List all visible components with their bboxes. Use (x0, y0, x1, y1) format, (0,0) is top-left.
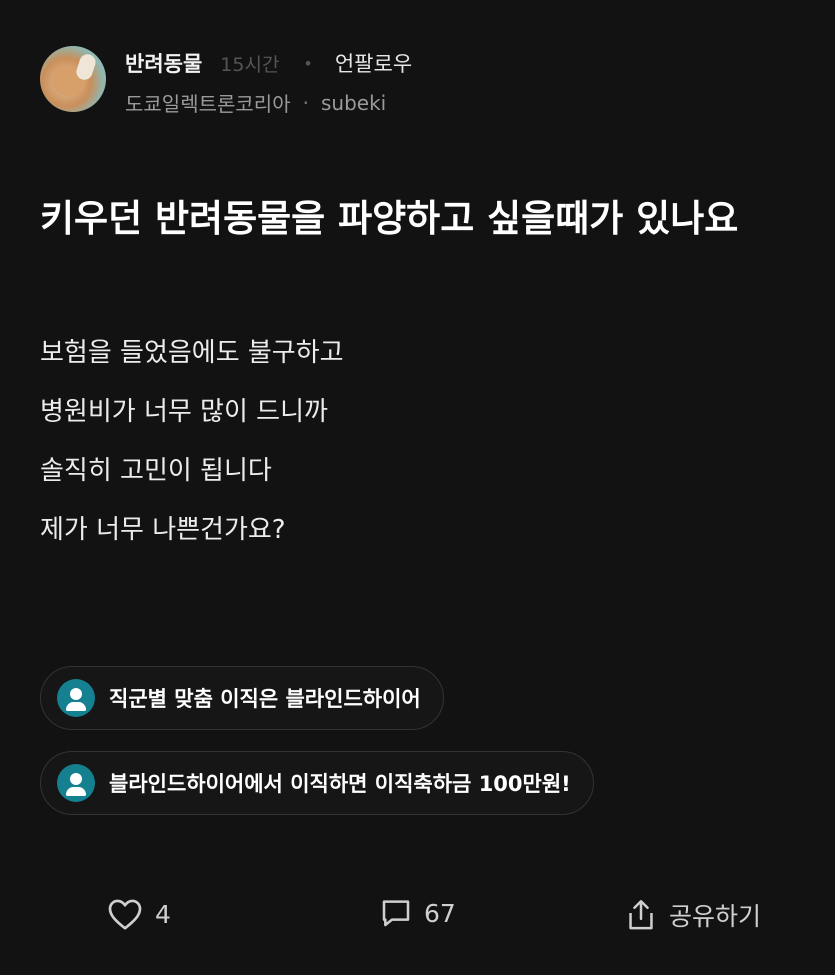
cat-avatar-icon[interactable] (40, 46, 106, 112)
post-header: 반려동물 15시간 • 언팔로우 도쿄일렉트론코리아 · subeki (40, 46, 412, 117)
person-icon (57, 764, 95, 802)
comment-icon (382, 900, 410, 927)
company-name[interactable]: 도쿄일렉트론코리아 (125, 88, 291, 117)
post-meta: 반려동물 15시간 • 언팔로우 도쿄일렉트론코리아 · subeki (125, 48, 412, 117)
company-separator: · (302, 90, 309, 115)
avatar-paw (74, 52, 98, 82)
person-icon (57, 679, 95, 717)
promo-banner-hire[interactable]: 직군별 맞춤 이직은 블라인드하이어 (40, 666, 444, 730)
body-line: 솔직히 고민이 됩니다 (40, 456, 272, 486)
body-line: 제가 너무 나쁜건가요? (40, 515, 286, 545)
body-line: 병원비가 너무 많이 드니까 (40, 397, 328, 427)
category-label[interactable]: 반려동물 (125, 48, 202, 78)
comment-button[interactable]: 67 (380, 897, 456, 929)
like-count: 4 (155, 899, 171, 929)
share-button[interactable]: 공유하기 (625, 897, 761, 933)
post-body: 보험을 들었음에도 불구하고 병원비가 너무 많이 드니까 솔직히 고민이 됩니… (40, 330, 344, 566)
promo-banner-bonus[interactable]: 블라인드하이어에서 이직하면 이직축하금 100만원! (40, 751, 594, 815)
like-button[interactable]: 4 (107, 897, 171, 931)
share-icon (629, 900, 653, 930)
action-bar: 4 67 공유하기 (0, 895, 835, 945)
body-line: 보험을 들었음에도 불구하고 (40, 338, 344, 368)
post-title: 키우던 반려동물을 파양하고 싶을때가 있나요 (40, 197, 739, 240)
unfollow-button[interactable]: 언팔로우 (335, 48, 412, 78)
post-time: 15시간 (220, 53, 280, 76)
share-label: 공유하기 (669, 902, 762, 931)
comment-count: 67 (424, 898, 456, 928)
username: subeki (320, 90, 387, 115)
heart-icon (108, 899, 142, 930)
meta-separator: • (303, 53, 313, 73)
promo-text: 직군별 맞춤 이직은 블라인드하이어 (109, 687, 421, 711)
promo-text: 블라인드하이어에서 이직하면 이직축하금 100만원! (109, 772, 571, 796)
